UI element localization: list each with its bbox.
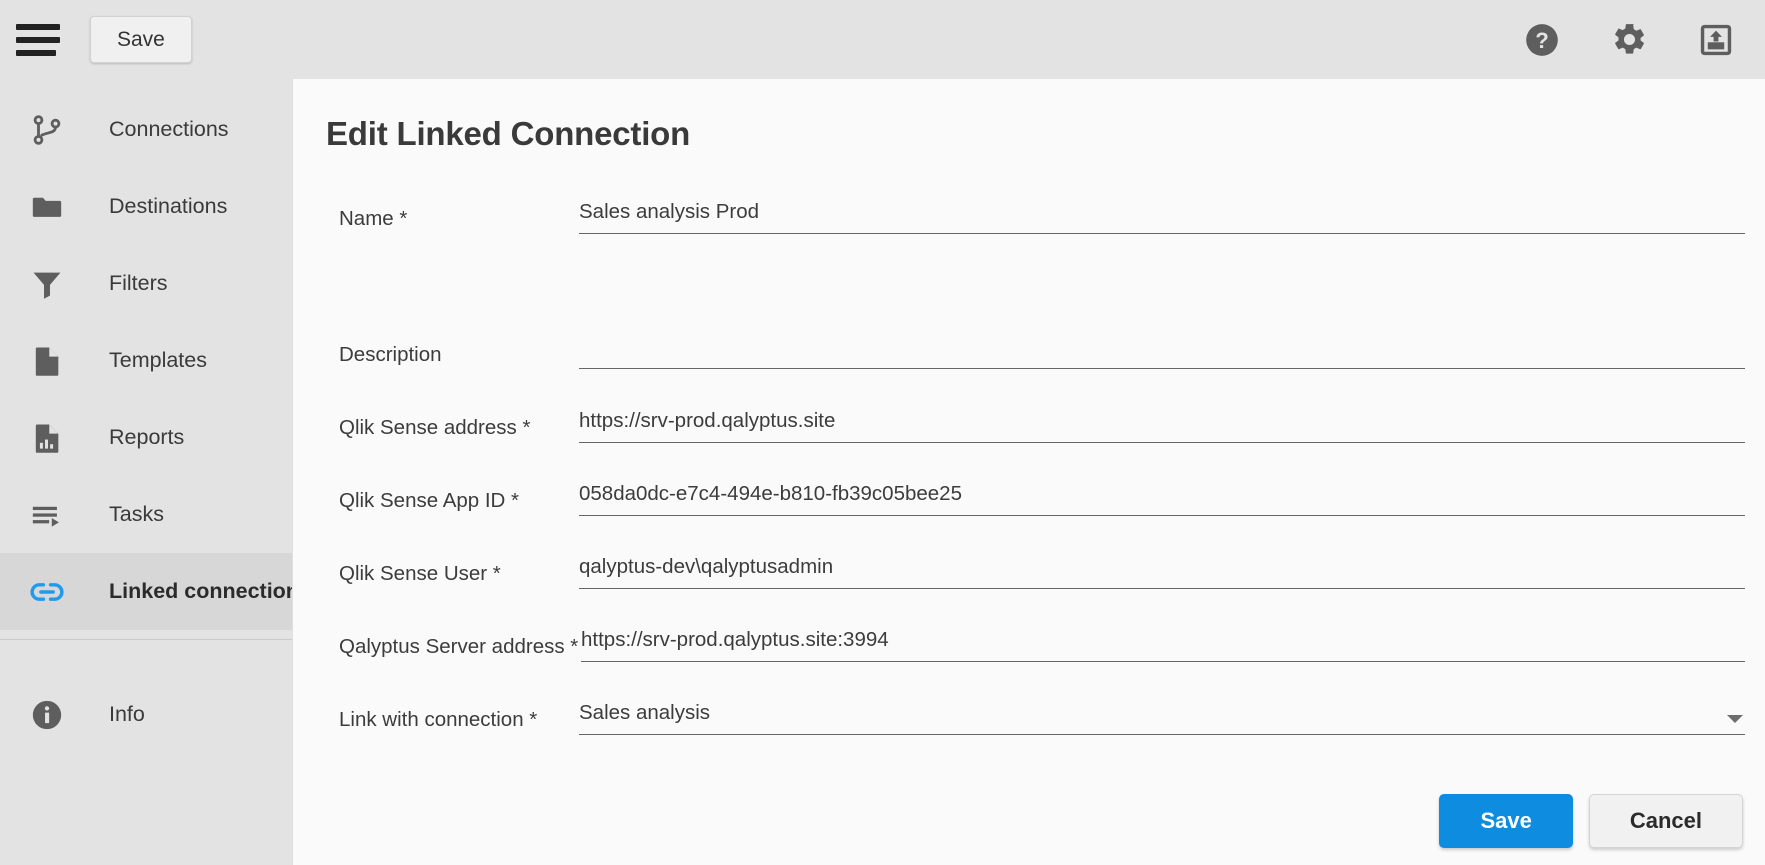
topbar-save-button[interactable]: Save: [90, 15, 192, 64]
field-label-description: Description: [339, 343, 442, 366]
form-actions: Save Cancel: [293, 794, 1765, 849]
sidebar-item-templates[interactable]: Templates: [0, 322, 292, 399]
help-icon[interactable]: ?: [1523, 21, 1561, 59]
report-chart-icon: [25, 416, 69, 460]
sidebar-item-filters[interactable]: Filters: [0, 245, 292, 322]
form-row-qlik-sense-app-id: Qlik Sense App ID * 058da0dc-e7c4-494e-b…: [293, 481, 1765, 516]
page-title: Edit Linked Connection: [326, 115, 691, 152]
sidebar-item-label: Filters: [109, 271, 168, 295]
settings-gear-icon[interactable]: [1610, 21, 1648, 59]
form-row-qalyptus-server-address: Qalyptus Server address * https://srv-pr…: [293, 627, 1765, 662]
field-label-name: Name *: [339, 207, 408, 230]
link-with-connection-value: Sales analysis: [579, 701, 711, 724]
cancel-button[interactable]: Cancel: [1588, 794, 1743, 849]
branch-icon: [25, 108, 69, 152]
filter-funnel-icon: [25, 262, 69, 306]
qlik-sense-user-value: qalyptus-dev\qalyptusadmin: [579, 555, 834, 578]
app-body: Connections Destinations Filters Templat…: [0, 79, 1765, 865]
name-input-value: Sales analysis Prod: [579, 200, 760, 223]
hamburger-bar: [16, 49, 56, 56]
sidebar-item-destinations[interactable]: Destinations: [0, 168, 292, 245]
sidebar-item-label: Info: [109, 702, 145, 726]
hamburger-bar: [16, 36, 60, 43]
sidebar-item-label: Reports: [109, 425, 185, 449]
qlik-sense-address-input[interactable]: https://srv-prod.qalyptus.site: [579, 408, 1745, 443]
chevron-down-icon[interactable]: [1727, 715, 1743, 723]
field-label-qlik-sense-app-id: Qlik Sense App ID *: [339, 489, 520, 512]
topbar-icon-group: ?: [1523, 21, 1735, 59]
qlik-sense-user-input[interactable]: qalyptus-dev\qalyptusadmin: [579, 554, 1745, 589]
sidebar-item-tasks[interactable]: Tasks: [0, 476, 292, 553]
form-row-qlik-sense-address: Qlik Sense address * https://srv-prod.qa…: [293, 408, 1765, 443]
sidebar-item-label: Connections: [109, 117, 229, 141]
svg-text:?: ?: [1535, 28, 1549, 53]
sidebar-item-label: Templates: [109, 348, 207, 372]
field-label-link-with-connection: Link with connection *: [339, 708, 538, 731]
content-area: Edit Linked Connection Name * Sales anal…: [292, 79, 1765, 865]
document-icon: [25, 339, 69, 383]
name-input[interactable]: Sales analysis Prod: [579, 199, 1745, 234]
sidebar-item-label: Destinations: [109, 194, 228, 218]
folder-icon: [25, 185, 69, 229]
save-button[interactable]: Save: [1439, 794, 1573, 849]
form-row-link-with-connection: Link with connection * Sales analysis: [293, 700, 1765, 735]
sidebar-item-info[interactable]: Info: [0, 676, 292, 753]
description-input[interactable]: [579, 277, 1745, 369]
export-upload-icon[interactable]: [1697, 21, 1735, 59]
edit-linked-connection-form: Name * Sales analysis Prod Description Q…: [293, 199, 1765, 849]
description-input-value: [579, 277, 1745, 303]
qlik-sense-app-id-value: 058da0dc-e7c4-494e-b810-fb39c05bee25: [579, 482, 962, 505]
form-row-description: Description: [293, 277, 1765, 369]
link-with-connection-select[interactable]: Sales analysis: [579, 700, 1745, 735]
form-row-qlik-sense-user: Qlik Sense User * qalyptus-dev\qalyptusa…: [293, 554, 1765, 589]
top-bar: Save ?: [0, 0, 1765, 79]
sidebar: Connections Destinations Filters Templat…: [0, 79, 311, 865]
sidebar-item-label: Tasks: [109, 502, 164, 526]
field-label-qlik-sense-address: Qlik Sense address *: [339, 416, 531, 439]
sidebar-item-reports[interactable]: Reports: [0, 399, 292, 476]
field-label-qalyptus-server-address: Qalyptus Server address *: [339, 635, 579, 658]
field-label-qlik-sense-user: Qlik Sense User *: [339, 562, 501, 585]
qlik-sense-address-value: https://srv-prod.qalyptus.site: [579, 409, 836, 432]
app-window: Save ? Connections Destinations Filters …: [0, 0, 1765, 865]
tasks-play-icon: [25, 493, 69, 537]
sidebar-item-connections[interactable]: Connections: [0, 91, 292, 168]
hamburger-menu-icon[interactable]: [14, 20, 60, 60]
info-circle-icon: [25, 693, 69, 737]
form-row-name: Name * Sales analysis Prod: [293, 199, 1765, 234]
sidebar-item-label: Linked connections: [109, 579, 311, 603]
hamburger-bar: [16, 23, 60, 30]
link-chain-icon: [25, 570, 69, 614]
qlik-sense-app-id-input[interactable]: 058da0dc-e7c4-494e-b810-fb39c05bee25: [579, 481, 1745, 516]
sidebar-item-linked-connections[interactable]: Linked connections: [0, 553, 311, 630]
qalyptus-server-address-value: https://srv-prod.qalyptus.site:3994: [581, 628, 889, 651]
qalyptus-server-address-input[interactable]: https://srv-prod.qalyptus.site:3994: [581, 627, 1745, 662]
